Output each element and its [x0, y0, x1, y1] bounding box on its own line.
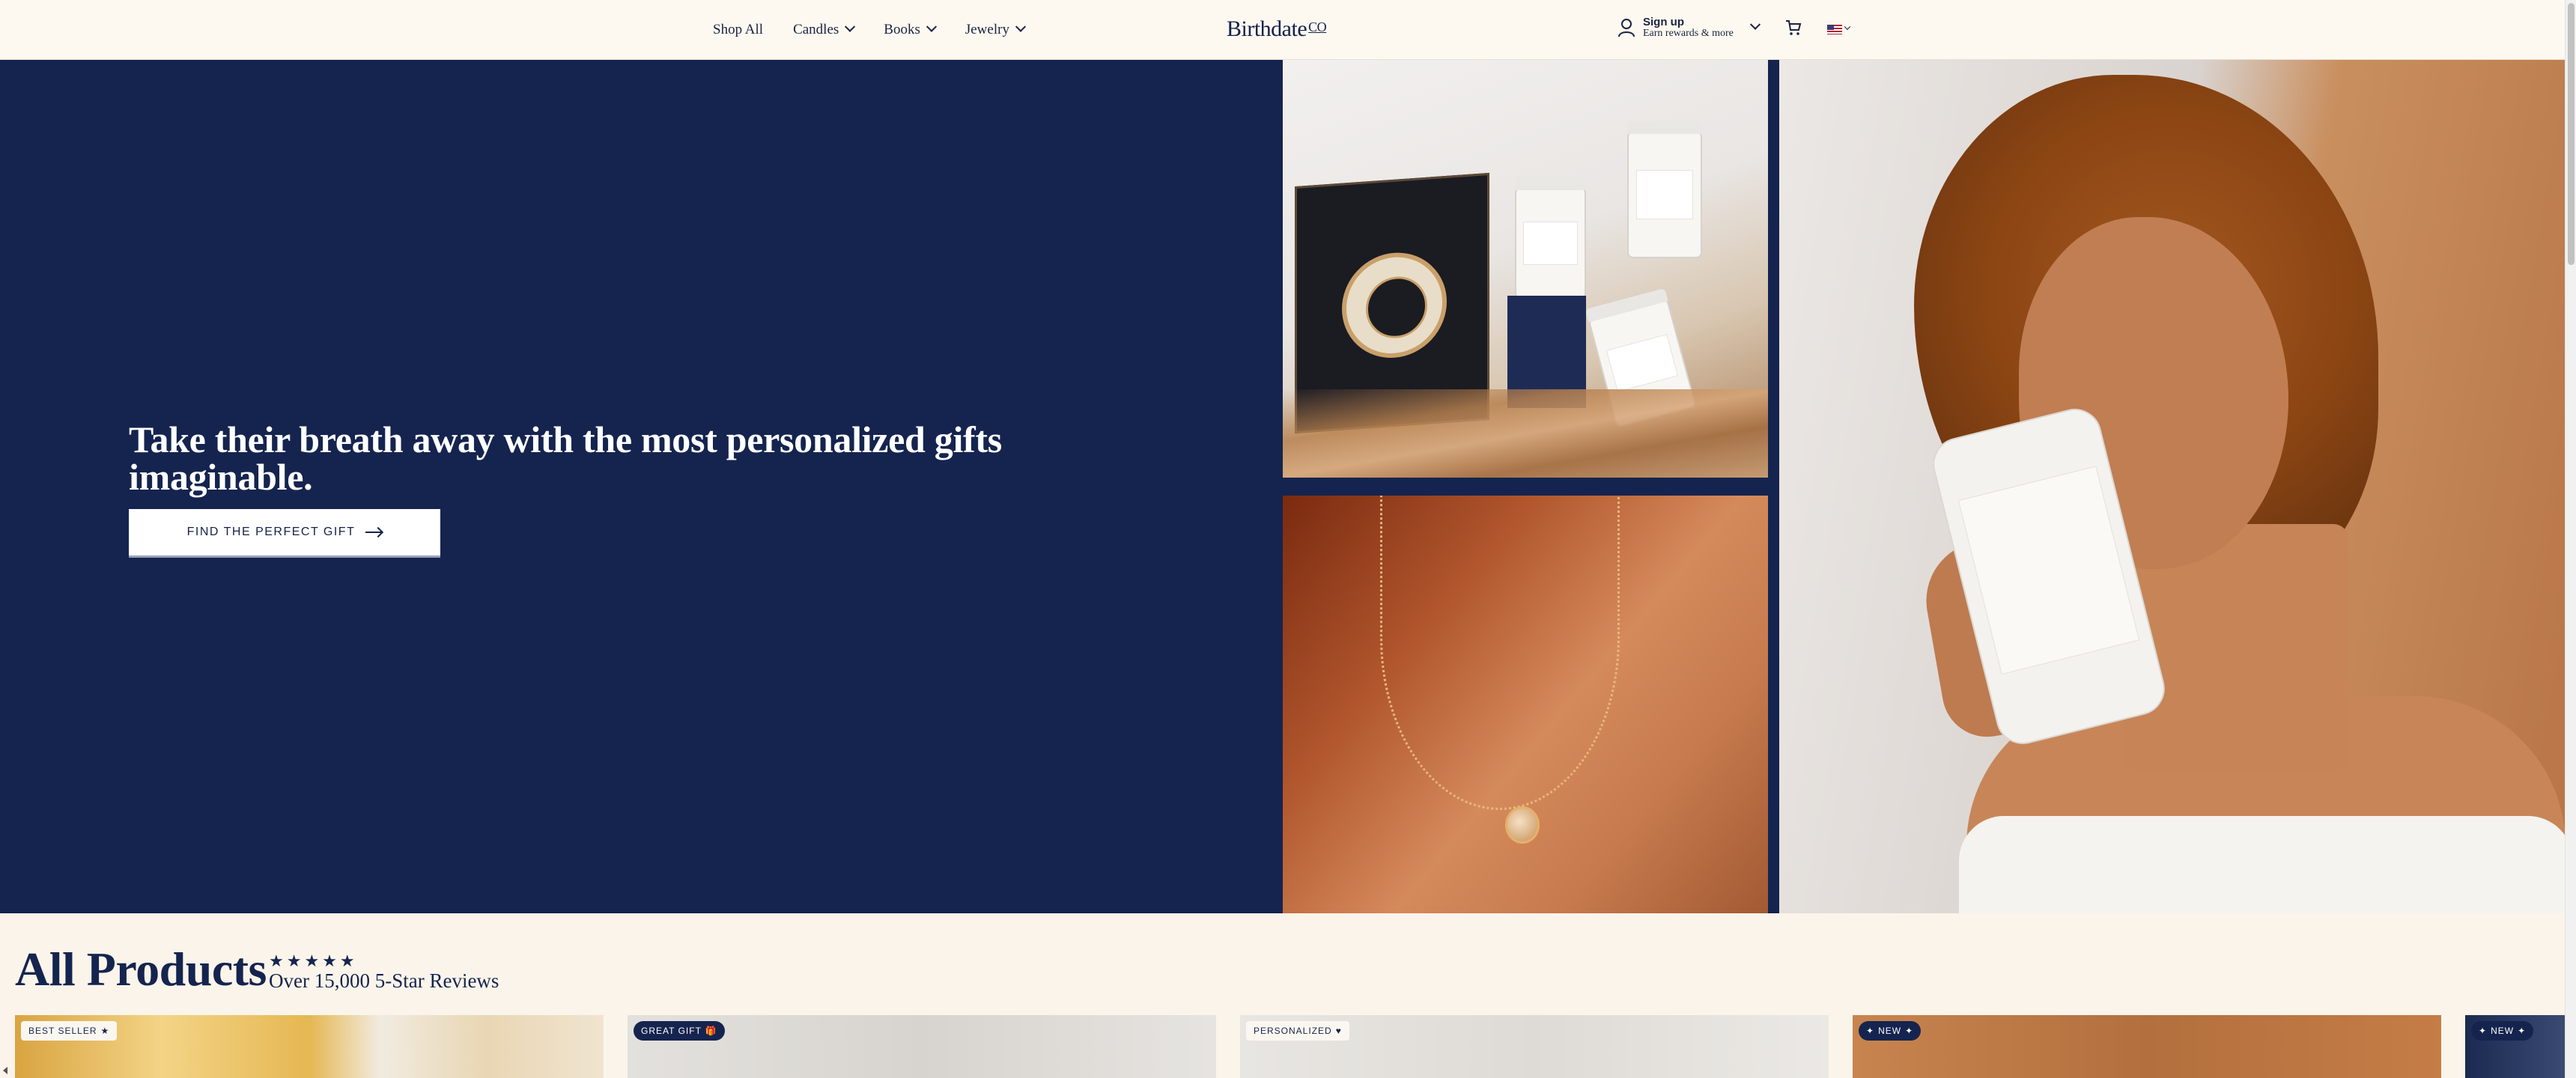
badge-label: PERSONALIZED [1254, 1026, 1332, 1036]
account-signup[interactable]: Sign up Earn rewards & more [1617, 16, 1761, 39]
chevron-down-icon [926, 21, 937, 32]
nav-candles[interactable]: Candles [793, 21, 856, 38]
reviews-label: Over 15,000 5-Star Reviews [269, 969, 499, 992]
badge-best-seller: BEST SELLER ★ [21, 1021, 118, 1041]
site-header: Shop All Candles Books Jewelry Birthdate… [0, 0, 2565, 60]
chevron-down-icon [845, 21, 856, 32]
sparkle-icon: ✦ [1905, 1026, 1914, 1036]
locale-selector[interactable] [1827, 23, 1851, 34]
badge-new: ✦ NEW ✦ [2471, 1021, 2534, 1041]
cart-icon [1786, 20, 1802, 35]
find-gift-button[interactable]: FIND THE PERFECT GIFT [129, 509, 440, 555]
white-top [1959, 816, 2565, 913]
product-card[interactable]: ✦ NEW ✦ [1853, 1015, 2441, 1078]
user-icon [1618, 19, 1635, 37]
ribbon-decor [1283, 389, 1768, 478]
sparkle-icon: ✦ [1866, 1026, 1875, 1036]
product-card[interactable]: BEST SELLER ★ [15, 1015, 604, 1078]
find-gift-button-label: FIND THE PERFECT GIFT [186, 526, 356, 538]
nav-books[interactable]: Books [884, 21, 937, 38]
hero-title: Take their breath away with the most per… [129, 418, 1002, 498]
chevron-down-icon [1015, 21, 1027, 32]
site-logo[interactable]: Birthdate CO [1227, 16, 1327, 42]
scrollbar-thumb[interactable] [2568, 3, 2575, 265]
account-title: Sign up [1643, 16, 1684, 28]
necklace-chain [1380, 496, 1620, 810]
nav-jewelry-label: Jewelry [965, 22, 1009, 37]
main-nav: Shop All Candles Books Jewelry [713, 0, 1027, 60]
rating-summary: ★★★★★ Over 15,000 5-Star Reviews [269, 952, 499, 993]
candle-jar [1627, 121, 1702, 258]
heart-icon: ♥ [1335, 1026, 1342, 1036]
hero-section: Take their breath away with the most per… [0, 60, 2565, 913]
product-card[interactable]: ✦ NEW ✦ [2465, 1015, 2565, 1078]
woman-with-candle-image [1779, 60, 2565, 913]
chevron-down-icon [1844, 23, 1851, 30]
nav-books-label: Books [884, 22, 920, 37]
badge-personalized: PERSONALIZED ♥ [1246, 1021, 1349, 1041]
candle-gift-set-image [1283, 60, 1768, 478]
star-icon: ★ [100, 1026, 110, 1036]
product-card[interactable]: GREAT GIFT 🎁 [628, 1015, 1216, 1078]
badge-great-gift: GREAT GIFT 🎁 [634, 1021, 725, 1041]
page-scrollbar[interactable] [2565, 0, 2576, 1078]
us-flag-icon [1827, 25, 1842, 34]
logo-suffix: CO [1308, 19, 1327, 34]
zodiac-dial-icon [1342, 249, 1447, 362]
star-rating-icon: ★★★★★ [269, 952, 358, 971]
product-card[interactable]: PERSONALIZED ♥ [1240, 1015, 1829, 1078]
account-text: Sign up Earn rewards & more [1643, 16, 1734, 39]
badge-label: NEW [1878, 1026, 1902, 1036]
nav-candles-label: Candles [793, 22, 839, 37]
hero-content: Take their breath away with the most per… [129, 421, 1072, 555]
sparkle-icon: ✦ [2518, 1026, 2527, 1036]
nav-shop-all-label: Shop All [713, 22, 764, 37]
chevron-down-icon [1749, 19, 1761, 31]
candle-jar [1515, 177, 1586, 299]
sparkle-icon: ✦ [2479, 1026, 2488, 1036]
nav-shop-all[interactable]: Shop All [713, 22, 763, 38]
account-subtitle: Earn rewards & more [1643, 27, 1734, 39]
all-products-title: All Products [15, 943, 267, 996]
scroll-left-icon[interactable] [3, 1067, 7, 1074]
nav-jewelry[interactable]: Jewelry [965, 21, 1027, 38]
pendant [1505, 806, 1540, 844]
cart-button[interactable] [1785, 19, 1802, 40]
badge-label: NEW [2491, 1026, 2515, 1036]
badge-label: GREAT GIFT [641, 1026, 702, 1036]
badge-label: BEST SELLER [28, 1026, 97, 1036]
logo-name: Birthdate [1227, 16, 1307, 41]
badge-new: ✦ NEW ✦ [1859, 1021, 1922, 1041]
necklace-image [1283, 496, 1768, 913]
gift-icon: 🎁 [705, 1026, 717, 1036]
arrow-right-icon [365, 532, 383, 533]
